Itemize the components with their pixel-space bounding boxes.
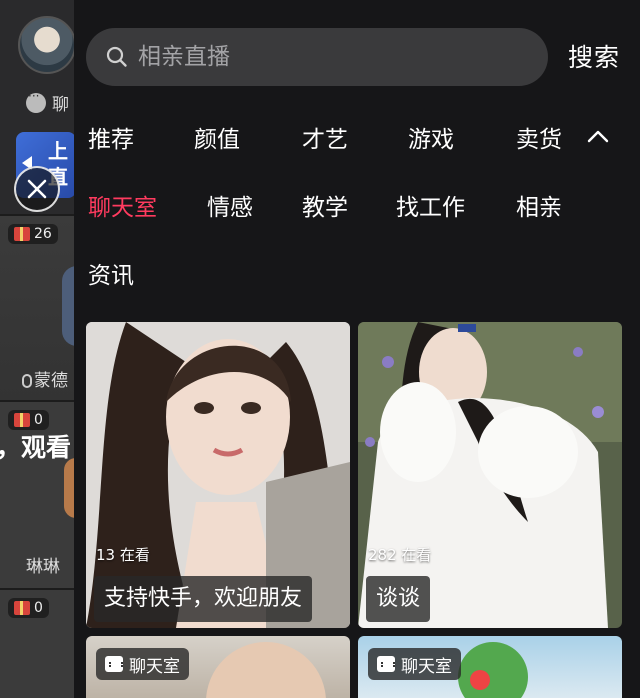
stream-card[interactable]: 聊天室 xyxy=(358,636,622,698)
category-tab[interactable]: 颜值 xyxy=(194,120,240,154)
close-button[interactable] xyxy=(14,166,60,212)
search-icon xyxy=(106,46,127,67)
category-tab[interactable]: 相亲 xyxy=(516,188,562,222)
stream-card[interactable]: 聊天室 xyxy=(86,636,350,698)
category-tag: 聊天室 xyxy=(96,648,189,680)
stream-thumbnail xyxy=(458,642,528,698)
category-tab-active[interactable]: 聊天室 xyxy=(88,188,157,222)
background-card[interactable]: 0 ，观看 琳琳 xyxy=(0,400,88,588)
viewer-count: 282 在看 xyxy=(368,546,432,564)
stream-title: 支持快手，欢迎朋友 xyxy=(94,576,313,622)
category-tab[interactable]: 游戏 xyxy=(408,120,454,154)
streamer-name: 蒙德 xyxy=(22,366,68,391)
category-tab[interactable]: 卖货 xyxy=(516,120,562,154)
gift-count: 26 xyxy=(34,226,52,242)
search-bar[interactable] xyxy=(86,28,548,86)
stream-thumbnail xyxy=(470,670,490,690)
chat-bubble-icon xyxy=(26,89,46,113)
gift-count: 0 xyxy=(34,412,43,428)
chat-entry-label: 聊 xyxy=(52,95,69,115)
stream-title: 谈谈 xyxy=(366,576,431,622)
streamer-name: 琳琳 xyxy=(26,557,60,577)
stream-card[interactable]: 13 在看 支持快手，欢迎朋友 xyxy=(86,322,350,628)
search-input[interactable] xyxy=(138,44,518,70)
gift-icon xyxy=(14,413,30,427)
chat-entry[interactable]: 聊 xyxy=(26,89,69,115)
gift-badge: 0 xyxy=(8,410,49,430)
category-tab[interactable]: 才艺 xyxy=(302,120,348,154)
gift-count: 0 xyxy=(34,600,43,616)
chevron-up-icon[interactable] xyxy=(586,126,610,146)
category-tag: 聊天室 xyxy=(368,648,461,680)
search-panel: 搜索 推荐 颜值 才艺 游戏 卖货 聊天室 情感 教学 找工作 相亲 资讯 xyxy=(74,0,640,698)
stream-thumbnail xyxy=(206,642,326,698)
category-tab[interactable]: 情感 xyxy=(207,188,253,222)
background-card[interactable]: 26 蒙德 xyxy=(0,214,92,400)
microphone-icon xyxy=(22,374,32,388)
chat-room-icon xyxy=(377,656,395,672)
stream-card[interactable]: 282 在看 谈谈 xyxy=(358,322,622,628)
avatar[interactable] xyxy=(18,16,76,74)
background-card[interactable]: 0 xyxy=(0,588,74,698)
close-icon xyxy=(27,179,47,199)
overlay-text: ，观看 xyxy=(0,433,72,462)
category-tab[interactable]: 推荐 xyxy=(88,120,134,154)
search-button[interactable]: 搜索 xyxy=(568,38,620,74)
category-tab[interactable]: 教学 xyxy=(302,188,348,222)
category-tab[interactable]: 资讯 xyxy=(88,256,134,290)
chat-room-icon xyxy=(105,656,123,672)
gift-icon xyxy=(14,601,30,615)
category-tab[interactable]: 找工作 xyxy=(396,188,465,222)
viewer-count: 13 在看 xyxy=(96,546,150,564)
gift-badge: 26 xyxy=(8,224,58,244)
gift-icon xyxy=(14,227,30,241)
gift-badge: 0 xyxy=(8,598,49,618)
